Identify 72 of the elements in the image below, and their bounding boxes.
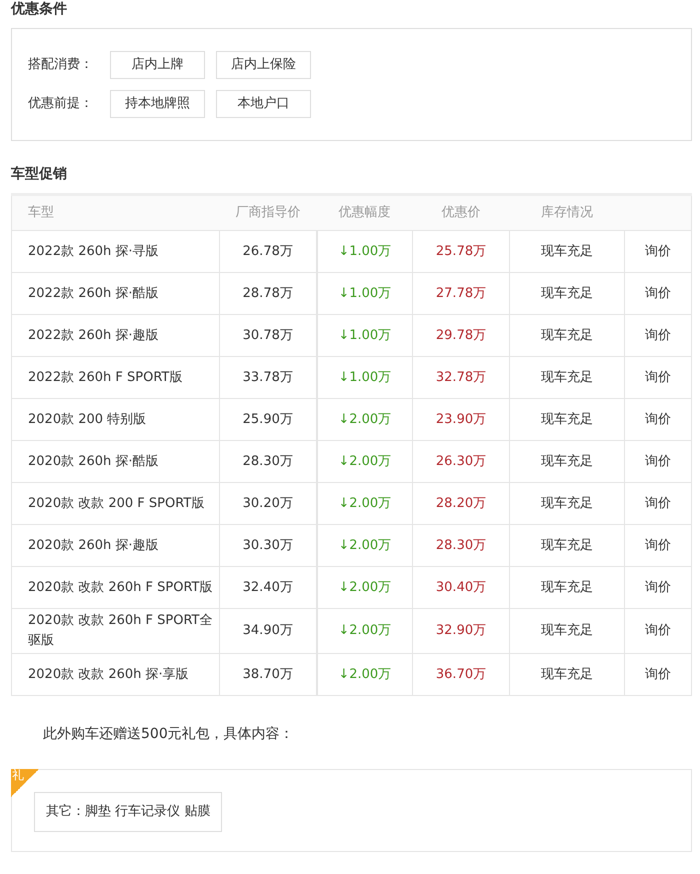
discount-amount: ↓2.00万 <box>338 666 392 682</box>
discount-price: 36.70万 <box>436 666 486 682</box>
discount-price: 32.90万 <box>436 623 486 638</box>
condition-tag: 本地户口 <box>216 90 311 118</box>
section-title: 车型促销 <box>11 165 68 183</box>
table-cell: 2020款 260h 探·酷版 <box>12 440 220 482</box>
table-cell: 2020款 改款 260h F SPORT全驱版 <box>12 608 220 654</box>
condition-tag: 持本地牌照 <box>110 90 205 118</box>
table-cell: 2020款 200 特别版 <box>12 398 220 440</box>
inquire-link[interactable]: 询价 <box>645 496 671 510</box>
column-header: 车型 <box>12 194 220 230</box>
condition-label: 搭配消费： <box>28 56 94 74</box>
table-cell: 2022款 260h 探·趣版 <box>12 314 220 356</box>
discount-price: 26.30万 <box>436 454 486 468</box>
table-cell: 现车充足 <box>510 440 624 482</box>
inquire-link[interactable]: 询价 <box>645 244 671 258</box>
inquire-link[interactable]: 询价 <box>645 666 671 682</box>
column-header: 库存情况 <box>510 194 624 230</box>
discount-amount: ↓2.00万 <box>338 454 392 468</box>
column-header: 优惠价 <box>412 194 510 230</box>
discount-price: 25.78万 <box>436 244 486 258</box>
table-cell: 现车充足 <box>510 566 624 608</box>
inquire-link[interactable]: 询价 <box>645 370 671 384</box>
discount-price: 28.20万 <box>436 496 486 510</box>
table-cell: 现车充足 <box>510 482 624 524</box>
discount-price: 28.30万 <box>436 538 486 552</box>
discount-amount: ↓1.00万 <box>338 286 392 300</box>
discount-price: 27.78万 <box>436 286 486 300</box>
section-title: 优惠条件 <box>11 0 68 18</box>
inquire-link[interactable]: 询价 <box>645 454 671 468</box>
discount-price: 32.78万 <box>436 370 486 384</box>
table-cell: 2020款 改款 260h F SPORT版 <box>12 566 220 608</box>
table-cell: 现车充足 <box>510 230 624 272</box>
gift-tag: 其它：脚垫 行车记录仪 贴膜 <box>34 792 222 832</box>
inquire-link[interactable]: 询价 <box>645 286 671 300</box>
inquire-link[interactable]: 询价 <box>645 623 671 638</box>
condition-tag: 店内上保险 <box>216 51 311 79</box>
inquire-link[interactable]: 询价 <box>645 328 671 342</box>
condition-tag: 店内上牌 <box>110 51 205 79</box>
table-cell: 现车充足 <box>510 398 624 440</box>
inquire-link[interactable]: 询价 <box>645 580 671 594</box>
table-cell: 2020款 改款 200 F SPORT版 <box>12 482 220 524</box>
discount-amount: ↓2.00万 <box>338 496 392 510</box>
table-cell: 现车充足 <box>510 608 624 654</box>
discount-amount: ↓2.00万 <box>338 580 392 594</box>
gift-intro-text: 此外购车还赠送500元礼包，具体内容： <box>42 725 295 744</box>
table-cell: 2022款 260h 探·酷版 <box>12 272 220 314</box>
discount-amount: ↓2.00万 <box>338 538 392 552</box>
inquire-link[interactable]: 询价 <box>645 412 671 426</box>
discount-amount: ↓1.00万 <box>338 328 392 342</box>
discount-amount: ↓1.00万 <box>338 244 392 258</box>
inquire-link[interactable]: 询价 <box>645 538 671 552</box>
corner-label: 礼 <box>12 768 24 782</box>
discount-amount: ↓2.00万 <box>338 623 392 638</box>
discount-price: 30.40万 <box>436 580 486 594</box>
table-cell: 现车充足 <box>510 314 624 356</box>
table-cell: 现车充足 <box>510 272 624 314</box>
table-cell: 2020款 改款 260h 探·享版 <box>12 654 220 696</box>
discount-amount: ↓1.00万 <box>338 370 392 384</box>
table-cell: 现车充足 <box>510 356 624 398</box>
condition-label: 优惠前提： <box>28 95 94 114</box>
column-header: 优惠幅度 <box>316 194 412 230</box>
column-header: 厂商指导价 <box>220 194 316 230</box>
table-cell: 2022款 260h F SPORT版 <box>12 356 220 398</box>
table-cell: 现车充足 <box>510 654 624 696</box>
table-cell: 现车充足 <box>510 524 624 566</box>
table-cell: 26.78万 <box>220 230 316 272</box>
discount-price: 23.90万 <box>436 412 486 426</box>
discount-amount: ↓2.00万 <box>338 412 392 426</box>
discount-price: 29.78万 <box>436 328 486 342</box>
table-cell: 2022款 260h 探·寻版 <box>12 230 220 272</box>
table-cell: 2020款 260h 探·趣版 <box>12 524 220 566</box>
